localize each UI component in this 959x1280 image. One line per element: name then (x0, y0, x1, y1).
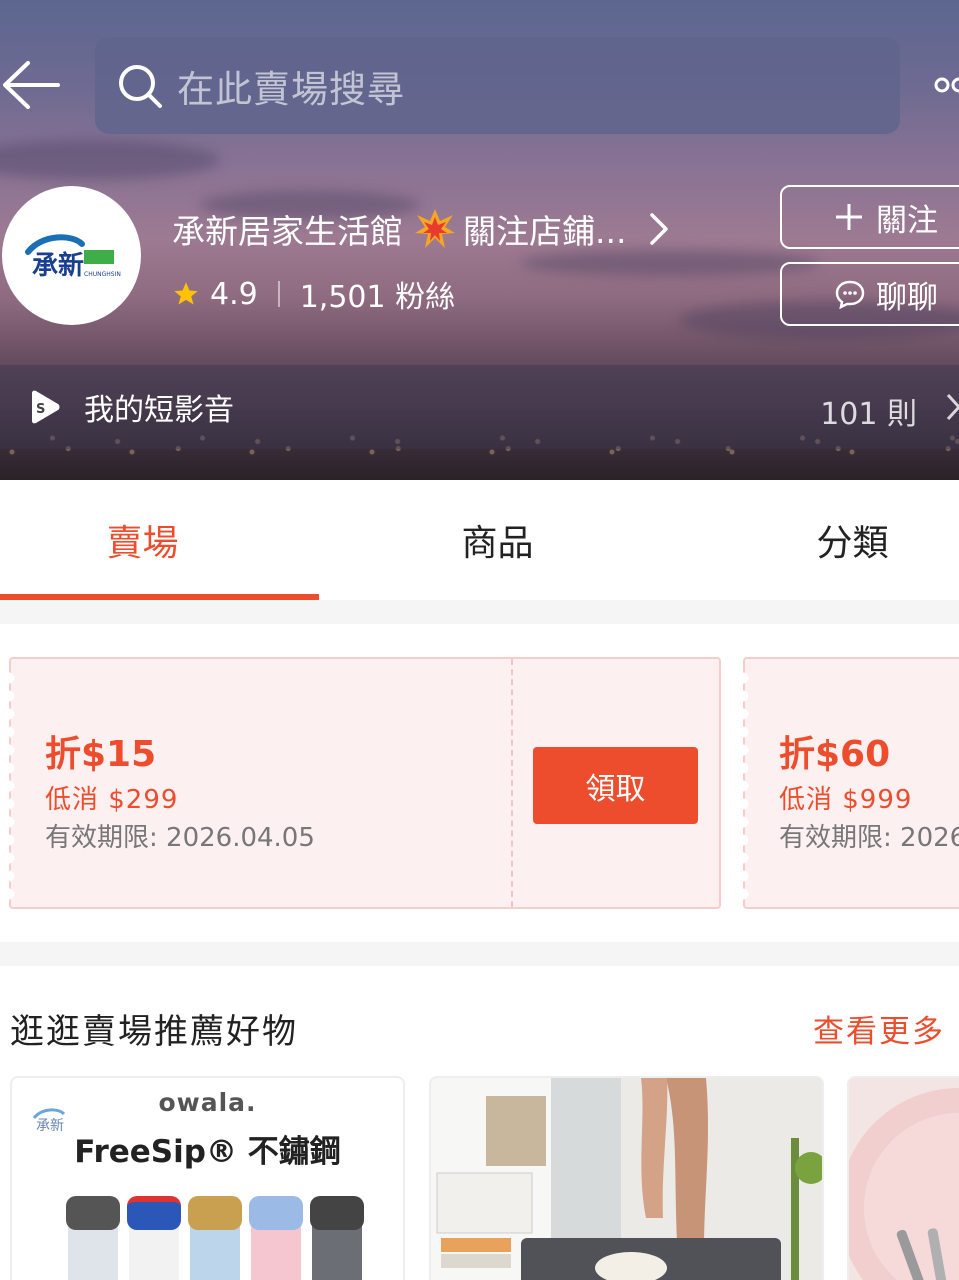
search-icon (119, 64, 162, 108)
tab-categories[interactable]: 分類 (710, 480, 959, 600)
stats-divider (277, 281, 280, 307)
shop-name-tail: 關注店鋪... (463, 212, 627, 251)
short-video-row[interactable]: S 我的短影音 101 則 (0, 365, 959, 449)
bottle-image (66, 1196, 120, 1280)
chat-button[interactable]: 聊聊 (780, 262, 959, 326)
voucher-expiry: 有效期限: 2026 (779, 823, 959, 853)
search-placeholder: 在此賣場搜尋 (177, 67, 405, 111)
bottle-image (127, 1196, 181, 1280)
product-card[interactable] (429, 1076, 824, 1280)
voucher-divider (511, 659, 513, 907)
chat-bubble-icon (835, 280, 865, 309)
chevron-right-icon (650, 213, 669, 245)
shop-stats: 4.9 1,501 粉絲 (172, 272, 455, 316)
tab-shop[interactable]: 賣場 (0, 480, 285, 600)
voucher-scallop-edge (743, 669, 751, 901)
shop-search-input[interactable]: 在此賣場搜尋 (95, 37, 900, 134)
chat-label: 聊聊 (876, 279, 938, 315)
explosion-emoji-icon (415, 209, 455, 248)
svg-text:承新: 承新 (32, 250, 84, 281)
voucher-amount: 折$60 (779, 734, 891, 775)
short-video-label: 我的短影音 (84, 393, 234, 428)
bath-mat-product-image (431, 1078, 822, 1280)
voucher-minimum: 低消 $299 (45, 785, 179, 815)
voucher-section: 折$15 低消 $299 有效期限: 2026.04.05 領取 折$60 低消… (0, 624, 959, 942)
star-icon (174, 282, 198, 305)
follow-button[interactable]: 關注 (780, 185, 959, 249)
voucher-scallop-edge (9, 669, 17, 901)
product-brand: owala. (158, 1088, 257, 1117)
banner-cloud (0, 140, 220, 180)
short-video-icon: S (32, 390, 60, 424)
bottle-image (310, 1196, 364, 1280)
product-headline: FreeSip® 不鏽鋼 (74, 1134, 341, 1170)
more-options-button[interactable] (930, 70, 959, 100)
more-dots-icon (934, 77, 959, 93)
shop-logo-image: 承新 CHUNGHSIN (24, 233, 121, 281)
chevron-right-icon (946, 393, 959, 421)
svg-text:S: S (36, 402, 45, 417)
recommended-title: 逛逛賣場推薦好物 (10, 1012, 298, 1052)
claim-voucher-button[interactable]: 領取 (533, 747, 698, 824)
short-video-count: 101 則 (820, 397, 917, 432)
voucher-card: 折$15 低消 $299 有效期限: 2026.04.05 領取 (9, 657, 721, 909)
shop-name-text: 承新居家生活館 (172, 212, 403, 251)
shop-logo[interactable]: 承新 CHUNGHSIN (2, 186, 141, 325)
bottle-image (249, 1196, 303, 1280)
shop-name[interactable]: 承新居家生活館 關注店鋪... (172, 205, 674, 253)
banner-cloud (520, 250, 820, 276)
see-more-link[interactable]: 查看更多 (813, 1006, 945, 1051)
voucher-minimum: 低消 $999 (779, 785, 913, 815)
follow-label: 關注 (876, 202, 938, 238)
voucher-expiry: 有效期限: 2026.04.05 (45, 823, 315, 853)
product-card[interactable] (847, 1076, 959, 1280)
plate-product-image (849, 1088, 959, 1280)
voucher-amount: 折$15 (45, 734, 157, 775)
bottle-image (188, 1196, 242, 1280)
shop-followers: 1,501 粉絲 (299, 280, 456, 315)
active-tab-indicator (0, 594, 319, 600)
plus-icon (836, 204, 862, 230)
recommended-section: 逛逛賣場推薦好物 查看更多 承新 owala. FreeSip® 不鏽鋼 (0, 966, 959, 1280)
arrow-left-icon (3, 61, 60, 109)
product-card[interactable]: 承新 owala. FreeSip® 不鏽鋼 (10, 1076, 405, 1280)
shop-rating: 4.9 (210, 276, 258, 312)
voucher-card: 折$60 低消 $999 有效期限: 2026 (743, 657, 959, 909)
tab-products[interactable]: 商品 (355, 480, 640, 600)
shop-tabs: 賣場 商品 分類 (0, 480, 959, 600)
svg-text:CHUNGHSIN: CHUNGHSIN (84, 271, 121, 278)
back-button[interactable] (0, 55, 64, 115)
